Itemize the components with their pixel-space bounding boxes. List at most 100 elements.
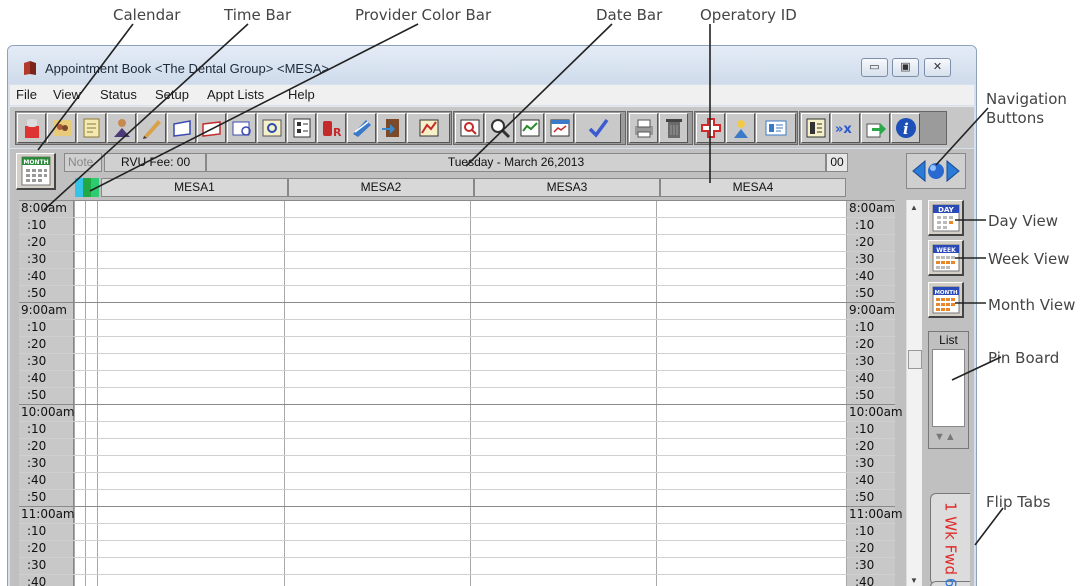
next-day-arrow-icon[interactable] bbox=[945, 159, 961, 183]
time-slot-label: :40 bbox=[855, 269, 875, 283]
tools-icon[interactable] bbox=[347, 113, 376, 143]
maximize-button[interactable]: ▣ bbox=[892, 58, 919, 77]
close-button[interactable]: ✕ bbox=[924, 58, 951, 77]
operatory-header-mesa1[interactable]: MESA1 bbox=[101, 178, 288, 197]
export-icon[interactable] bbox=[377, 113, 406, 143]
previous-day-arrow-icon[interactable] bbox=[911, 159, 927, 183]
pin-board-arrows[interactable]: ▼▲ bbox=[934, 431, 956, 443]
chart-icon[interactable] bbox=[407, 113, 450, 143]
provider-color-2[interactable] bbox=[83, 178, 91, 197]
time-slot-label: :50 bbox=[855, 388, 875, 402]
month-view-button[interactable]: MONTH bbox=[928, 282, 964, 318]
time-slot-label: :50 bbox=[27, 286, 47, 300]
time-slot-label: 8:00am bbox=[849, 201, 895, 215]
hour-divider bbox=[19, 506, 895, 507]
menu-help[interactable]: Help bbox=[288, 87, 315, 102]
scroll-up-arrow[interactable]: ▲ bbox=[910, 203, 918, 212]
patient-chart-icon[interactable] bbox=[17, 113, 46, 143]
check-icon[interactable] bbox=[575, 113, 621, 143]
month-view-label: MONTH bbox=[934, 290, 958, 296]
provider-icon[interactable] bbox=[107, 113, 136, 143]
time-slot-label: :40 bbox=[855, 575, 875, 586]
search-icon[interactable] bbox=[455, 113, 484, 143]
today-orb-icon[interactable] bbox=[927, 162, 945, 180]
form-icon[interactable] bbox=[197, 113, 226, 143]
card-icon[interactable] bbox=[756, 113, 796, 143]
current-date[interactable]: Tuesday - March 26,2013 bbox=[206, 153, 826, 172]
trash-icon[interactable] bbox=[659, 113, 688, 143]
list-icon[interactable] bbox=[287, 113, 316, 143]
toolbar-group-search bbox=[453, 111, 626, 145]
slot-divider bbox=[19, 421, 895, 422]
slot-divider bbox=[19, 285, 895, 286]
provider-color-bar bbox=[75, 178, 99, 197]
svg-text:i: i bbox=[903, 120, 909, 138]
time-slot-label: :20 bbox=[27, 235, 47, 249]
note-field[interactable]: Note bbox=[64, 153, 102, 172]
operatory-header-mesa3[interactable]: MESA3 bbox=[474, 178, 660, 197]
time-slot-label: :10 bbox=[855, 218, 875, 232]
menu-file[interactable]: File bbox=[16, 87, 37, 102]
transfer-icon[interactable] bbox=[861, 113, 890, 143]
menu-view[interactable]: View bbox=[53, 87, 81, 102]
info-icon[interactable]: i bbox=[891, 113, 920, 143]
report-icon[interactable] bbox=[801, 113, 830, 143]
flip-tab-1-wk-fwd-label: 1 Wk Fwd bbox=[941, 502, 960, 576]
provider-color-1[interactable] bbox=[75, 178, 83, 197]
email-icon[interactable] bbox=[257, 113, 286, 143]
graph-icon[interactable] bbox=[515, 113, 544, 143]
lookup-icon[interactable] bbox=[227, 113, 256, 143]
callout-calendar: Calendar bbox=[113, 6, 181, 24]
edit-icon[interactable] bbox=[137, 113, 166, 143]
forward-icon[interactable]: »x bbox=[831, 113, 860, 143]
slot-divider bbox=[19, 472, 895, 473]
operatory-header-mesa4[interactable]: MESA4 bbox=[660, 178, 846, 197]
menu-bar: File View Status Setup Appt Lists Help bbox=[10, 85, 974, 105]
navigation-buttons bbox=[906, 153, 966, 189]
vertical-scrollbar[interactable]: ▲ ▼ bbox=[906, 200, 922, 586]
prescription-icon[interactable]: R bbox=[317, 113, 346, 143]
schedule-grid[interactable]: 8:00am:10:20:30:40:50 9:00am:10:20:30:40:… bbox=[19, 200, 903, 586]
time-slot-label: 10:00am bbox=[849, 405, 903, 419]
month-view-icon: MONTH bbox=[932, 286, 959, 313]
menu-setup[interactable]: Setup bbox=[155, 87, 189, 102]
time-slot-label: :30 bbox=[855, 354, 875, 368]
appt-icon[interactable] bbox=[545, 113, 574, 143]
time-slot-label: :30 bbox=[855, 252, 875, 266]
schedule-icon[interactable] bbox=[167, 113, 196, 143]
zoom-icon[interactable] bbox=[485, 113, 514, 143]
time-slot-label: :20 bbox=[27, 337, 47, 351]
week-view-button[interactable]: WEEK bbox=[928, 240, 964, 276]
time-slot-label: :50 bbox=[855, 490, 875, 504]
appointment-count: 00 bbox=[826, 153, 848, 172]
person-icon[interactable] bbox=[726, 113, 755, 143]
flip-tab-6-mo[interactable]: 6 Mo bbox=[930, 578, 970, 586]
medical-alert-icon[interactable] bbox=[696, 113, 725, 143]
time-slot-label: :10 bbox=[855, 320, 875, 334]
week-view-icon: WEEK bbox=[932, 244, 959, 271]
notes-icon[interactable] bbox=[77, 113, 106, 143]
scroll-down-arrow[interactable]: ▼ bbox=[910, 576, 918, 585]
hour-divider bbox=[19, 200, 895, 201]
print-icon[interactable] bbox=[629, 113, 658, 143]
slot-divider bbox=[19, 455, 895, 456]
column-divider bbox=[85, 200, 86, 586]
family-icon[interactable] bbox=[47, 113, 76, 143]
minimize-button[interactable]: ▭ bbox=[861, 58, 888, 77]
appointment-book-app-icon bbox=[24, 61, 36, 75]
column-divider bbox=[284, 200, 285, 586]
window-title: Appointment Book <The Dental Group> <MES… bbox=[45, 61, 330, 76]
provider-color-3[interactable] bbox=[91, 178, 99, 197]
menu-status[interactable]: Status bbox=[100, 87, 137, 102]
flip-tab-1-wk-fwd[interactable]: 1 Wk Fwd bbox=[930, 493, 970, 585]
time-slot-label: :30 bbox=[27, 456, 47, 470]
operatory-header-mesa2[interactable]: MESA2 bbox=[288, 178, 474, 197]
slot-divider bbox=[19, 523, 895, 524]
callout-flip-tabs: Flip Tabs bbox=[986, 493, 1051, 511]
menu-appt-lists[interactable]: Appt Lists bbox=[207, 87, 264, 102]
scroll-thumb[interactable] bbox=[908, 350, 922, 369]
slot-divider bbox=[19, 217, 895, 218]
pin-board-area[interactable] bbox=[932, 349, 965, 427]
day-view-button[interactable]: DAY bbox=[928, 200, 964, 236]
calendar-button[interactable]: MONTH bbox=[16, 153, 56, 190]
